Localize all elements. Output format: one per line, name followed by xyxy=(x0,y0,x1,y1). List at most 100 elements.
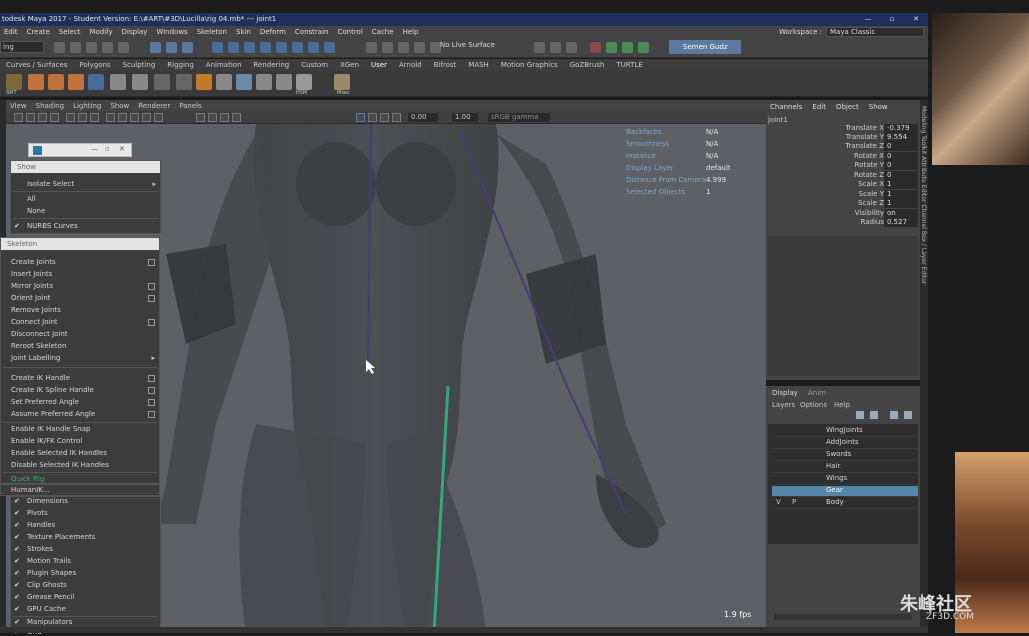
curve-icon[interactable] xyxy=(176,74,192,90)
shadows-icon[interactable] xyxy=(154,113,163,122)
menu-item-clip-ghosts[interactable]: Clip Ghosts xyxy=(27,581,67,589)
layer-row[interactable]: WingJoints xyxy=(772,426,918,437)
layer-row[interactable]: V P Body xyxy=(772,498,918,509)
menu-skeleton[interactable]: Skeleton xyxy=(197,28,227,36)
layer-menu-help[interactable]: Help xyxy=(834,401,850,409)
bookmark-icon[interactable] xyxy=(38,113,47,122)
tab-custom[interactable]: Custom xyxy=(301,61,328,69)
channel-row[interactable]: Visibility on xyxy=(766,209,918,218)
film-gate-icon[interactable] xyxy=(78,113,87,122)
lights-icon[interactable] xyxy=(142,113,151,122)
isolate-select-icon[interactable] xyxy=(196,113,205,122)
menu-skin[interactable]: Skin xyxy=(236,28,251,36)
channel-object-name[interactable]: joint1 xyxy=(768,116,788,124)
option-box-icon[interactable] xyxy=(148,295,155,302)
hypershade-icon[interactable] xyxy=(590,42,601,53)
menu-item-enable-selected-ik[interactable]: Enable Selected IK Handles xyxy=(11,449,107,457)
xray-icon[interactable] xyxy=(208,113,217,122)
maximize-icon[interactable]: ▫ xyxy=(105,145,110,153)
menu-item-grease-pencil[interactable]: Grease Pencil xyxy=(27,593,74,601)
option-box-icon[interactable] xyxy=(148,411,155,418)
tab-display[interactable]: Display xyxy=(772,389,798,397)
option-box-icon[interactable] xyxy=(148,375,155,382)
snap-point-icon[interactable] xyxy=(244,42,255,53)
layer-menu-layers[interactable]: Layers xyxy=(772,401,795,409)
menu-deform[interactable]: Deform xyxy=(260,28,286,36)
menu-windows[interactable]: Windows xyxy=(156,28,187,36)
menu-item-humanik[interactable]: HumanIK... xyxy=(11,486,50,494)
smt-icon[interactable] xyxy=(6,74,22,90)
msec-icon[interactable] xyxy=(334,74,350,90)
redo-icon[interactable] xyxy=(118,42,129,53)
sphere-icon[interactable] xyxy=(196,74,212,90)
new-layer-icon[interactable] xyxy=(856,411,864,419)
backface-icon[interactable] xyxy=(232,113,241,122)
snap-view-icon[interactable] xyxy=(260,42,271,53)
layer-row[interactable]: AddJoints xyxy=(772,438,918,449)
layer-row[interactable]: Hair xyxy=(772,462,918,473)
channel-menu-channels[interactable]: Channels xyxy=(770,103,802,111)
snap-settings-icon[interactable] xyxy=(324,42,335,53)
menu-select[interactable]: Select xyxy=(59,28,81,36)
render-frame-icon[interactable] xyxy=(414,42,425,53)
menu-item-isolate-select[interactable]: Isolate Select xyxy=(27,180,74,188)
tab-polygons[interactable]: Polygons xyxy=(79,61,110,69)
resolution-gate-icon[interactable] xyxy=(90,113,99,122)
vp-menu-view[interactable]: View xyxy=(10,102,27,110)
menu-cache[interactable]: Cache xyxy=(372,28,394,36)
tab-curves-surfaces[interactable]: Curves / Surfaces xyxy=(6,61,67,69)
camera-select-icon[interactable] xyxy=(14,113,23,122)
joint-tool-icon[interactable] xyxy=(88,74,104,90)
menu-set-dropdown[interactable]: ing xyxy=(0,41,44,53)
textured-icon[interactable] xyxy=(130,113,139,122)
channel-row[interactable]: Rotate Z0 xyxy=(766,171,918,180)
option-box-icon[interactable] xyxy=(148,319,155,326)
xray-active-icon[interactable] xyxy=(356,113,365,122)
vp-menu-panels[interactable]: Panels xyxy=(179,102,202,110)
option-box-icon[interactable] xyxy=(148,387,155,394)
new-layer-selected-icon[interactable] xyxy=(870,411,878,419)
menu-create[interactable]: Create xyxy=(27,28,50,36)
menu-item-joint-labelling[interactable]: Joint Labelling xyxy=(11,354,60,362)
vp-menu-show[interactable]: Show xyxy=(110,102,129,110)
tab-sculpting[interactable]: Sculpting xyxy=(123,61,156,69)
parent-icon[interactable] xyxy=(236,74,252,90)
channel-row[interactable]: Scale Y1 xyxy=(766,190,918,199)
image-plane-icon[interactable] xyxy=(50,113,59,122)
cube-icon[interactable] xyxy=(28,74,44,90)
grid-icon[interactable] xyxy=(66,113,75,122)
cube-orange-icon[interactable] xyxy=(48,74,64,90)
menu-item-pivots[interactable]: Pivots xyxy=(27,509,48,517)
maximize-icon[interactable]: ▫ xyxy=(880,13,904,26)
undo-icon[interactable] xyxy=(102,42,113,53)
vp-menu-renderer[interactable]: Renderer xyxy=(138,102,170,110)
option-box-icon[interactable] xyxy=(148,259,155,266)
option-box-icon[interactable] xyxy=(148,283,155,290)
menu-item-strokes[interactable]: Strokes xyxy=(27,545,53,553)
color-space-dropdown[interactable]: sRGB gamma xyxy=(488,113,550,122)
render-current-icon[interactable] xyxy=(550,42,561,53)
ik-icon[interactable] xyxy=(276,74,292,90)
layer-menu-options[interactable]: Options xyxy=(800,401,827,409)
channel-menu-object[interactable]: Object xyxy=(836,103,859,111)
input-connection-icon[interactable] xyxy=(366,42,377,53)
menu-item-reroot-skeleton[interactable]: Reroot Skeleton xyxy=(11,342,66,350)
tab-rigging[interactable]: Rigging xyxy=(167,61,194,69)
tab-bifrost[interactable]: Bifrost xyxy=(434,61,457,69)
channel-row[interactable]: Scale Z1 xyxy=(766,199,918,208)
save-scene-icon[interactable] xyxy=(86,42,97,53)
hsm-icon[interactable] xyxy=(296,74,312,90)
menu-control[interactable]: Control xyxy=(337,28,362,36)
channel-row[interactable]: Radius 0.527 xyxy=(766,218,918,227)
menu-item-connect-joint[interactable]: Connect Joint xyxy=(11,318,58,326)
tab-xgen[interactable]: XGen xyxy=(340,61,359,69)
menu-help[interactable]: Help xyxy=(403,28,419,36)
cube-orange2-icon[interactable] xyxy=(68,74,84,90)
skeleton-icon[interactable] xyxy=(110,74,126,90)
channel-menu-edit[interactable]: Edit xyxy=(812,103,826,111)
vertical-tabs-label[interactable]: Modeling Toolkit Attribute Editor Channe… xyxy=(920,106,927,284)
menu-item-create-ik-spline-handle[interactable]: Create IK Spline Handle xyxy=(11,386,94,394)
channel-box-icon[interactable] xyxy=(638,42,649,53)
menu-item-insert-joints[interactable]: Insert Joints xyxy=(11,270,52,278)
menu-item-assume-preferred-angle[interactable]: Assume Preferred Angle xyxy=(11,410,95,418)
